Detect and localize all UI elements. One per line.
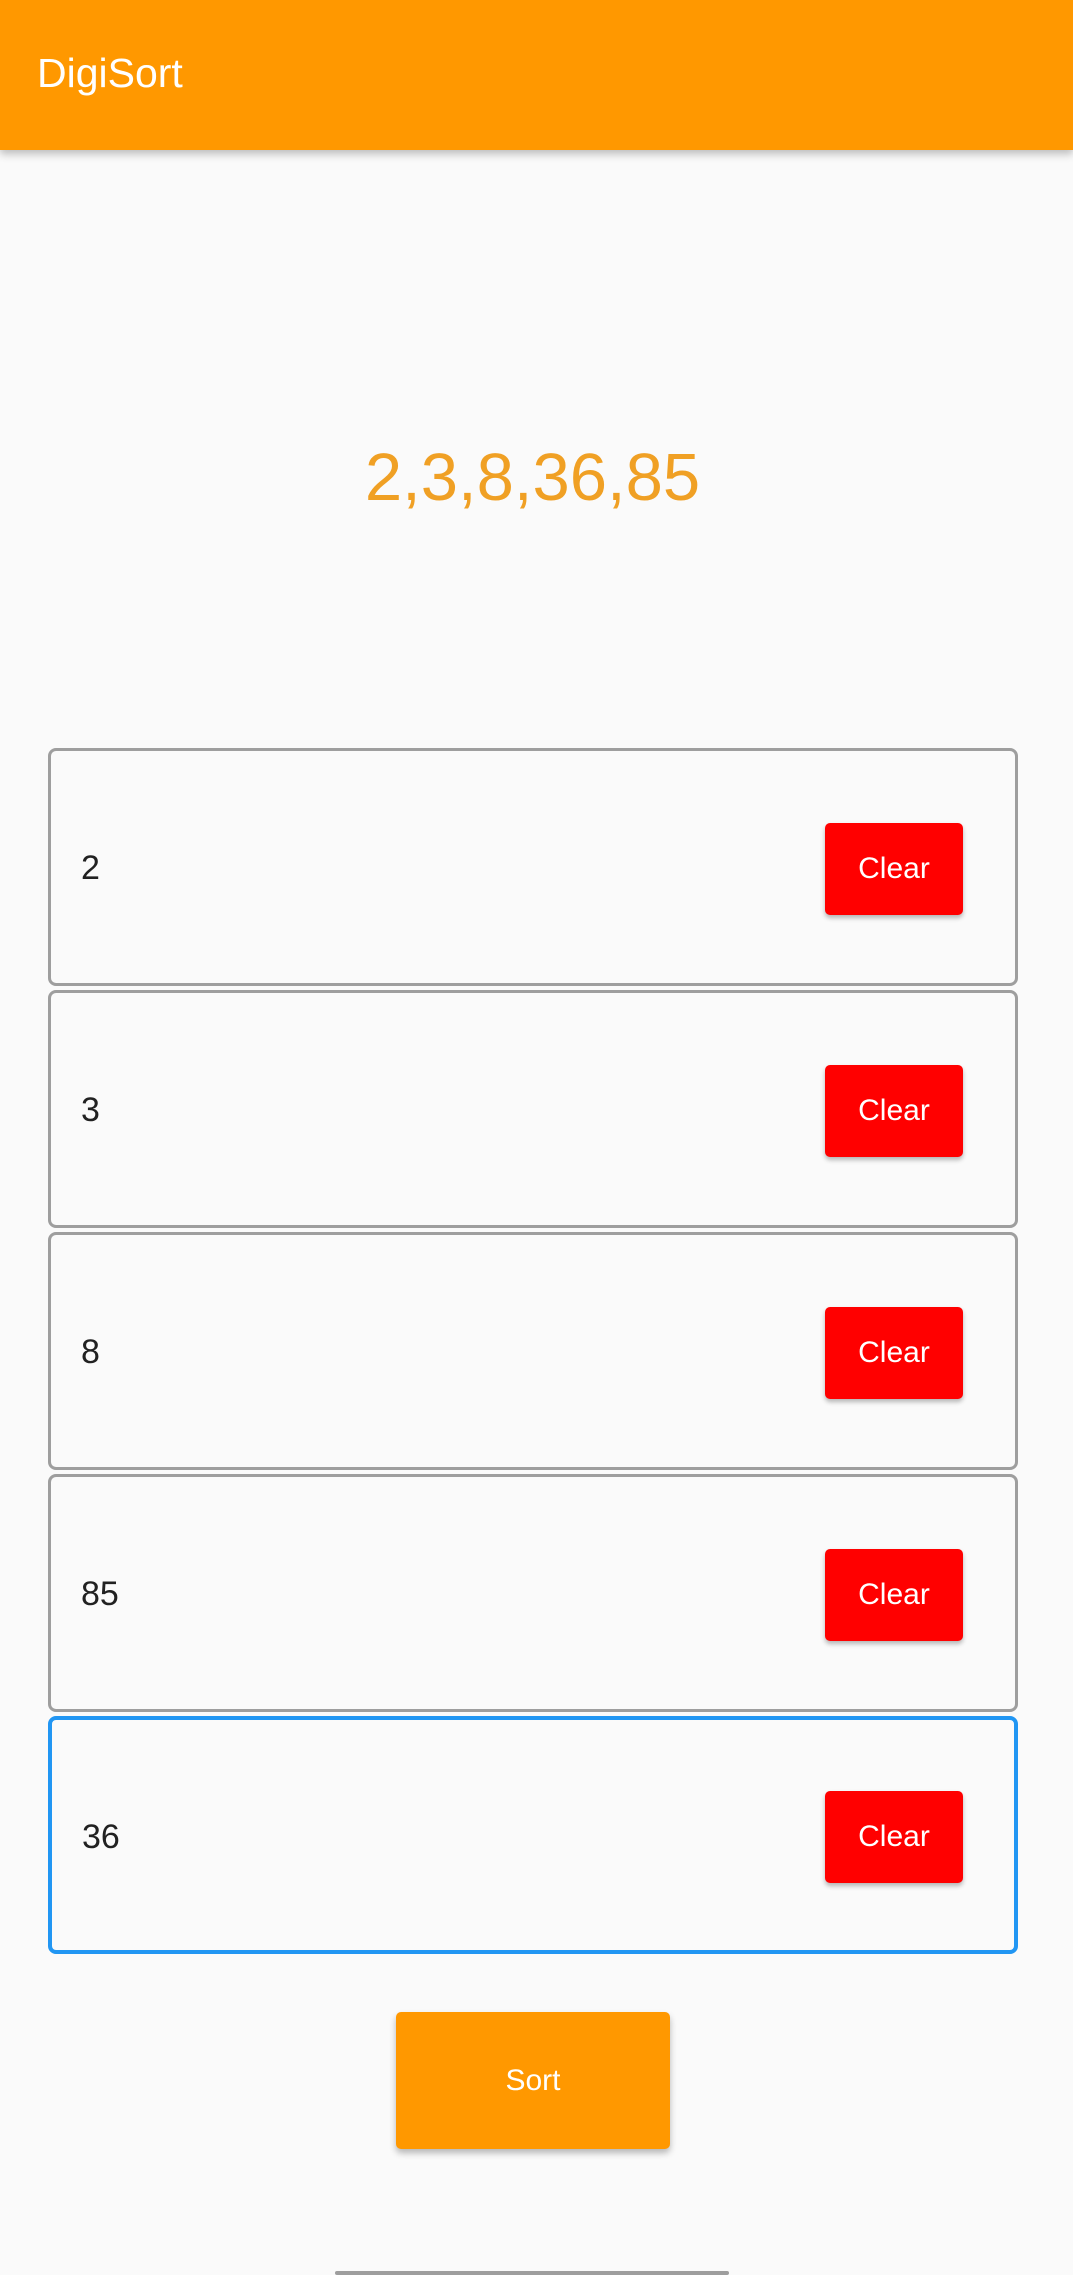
number-input[interactable]	[81, 841, 781, 895]
number-input[interactable]	[81, 1567, 781, 1621]
clear-button[interactable]: Clear	[825, 1065, 963, 1157]
number-input[interactable]	[81, 1325, 781, 1379]
app-bar: DigiSort	[0, 0, 1073, 150]
sort-button[interactable]: Sort	[396, 2012, 670, 2149]
number-input-row-focused: Clear	[48, 1716, 1018, 1954]
sorted-result: 2,3,8,36,85	[364, 440, 701, 515]
clear-button[interactable]: Clear	[825, 1307, 963, 1399]
number-input-row: Clear	[48, 1474, 1018, 1712]
number-input-row: Clear	[48, 1232, 1018, 1470]
clear-button[interactable]: Clear	[825, 1549, 963, 1641]
clear-button[interactable]: Clear	[825, 823, 963, 915]
clear-button[interactable]: Clear	[825, 1791, 963, 1883]
number-input-row: Clear	[48, 748, 1018, 986]
number-input-list: Clear Clear Clear Clear Clear	[48, 748, 1018, 1958]
number-input[interactable]	[82, 1810, 782, 1864]
app-title: DigiSort	[37, 50, 183, 96]
home-indicator[interactable]	[335, 2271, 729, 2275]
number-input[interactable]	[81, 1083, 781, 1137]
number-input-row: Clear	[48, 990, 1018, 1228]
